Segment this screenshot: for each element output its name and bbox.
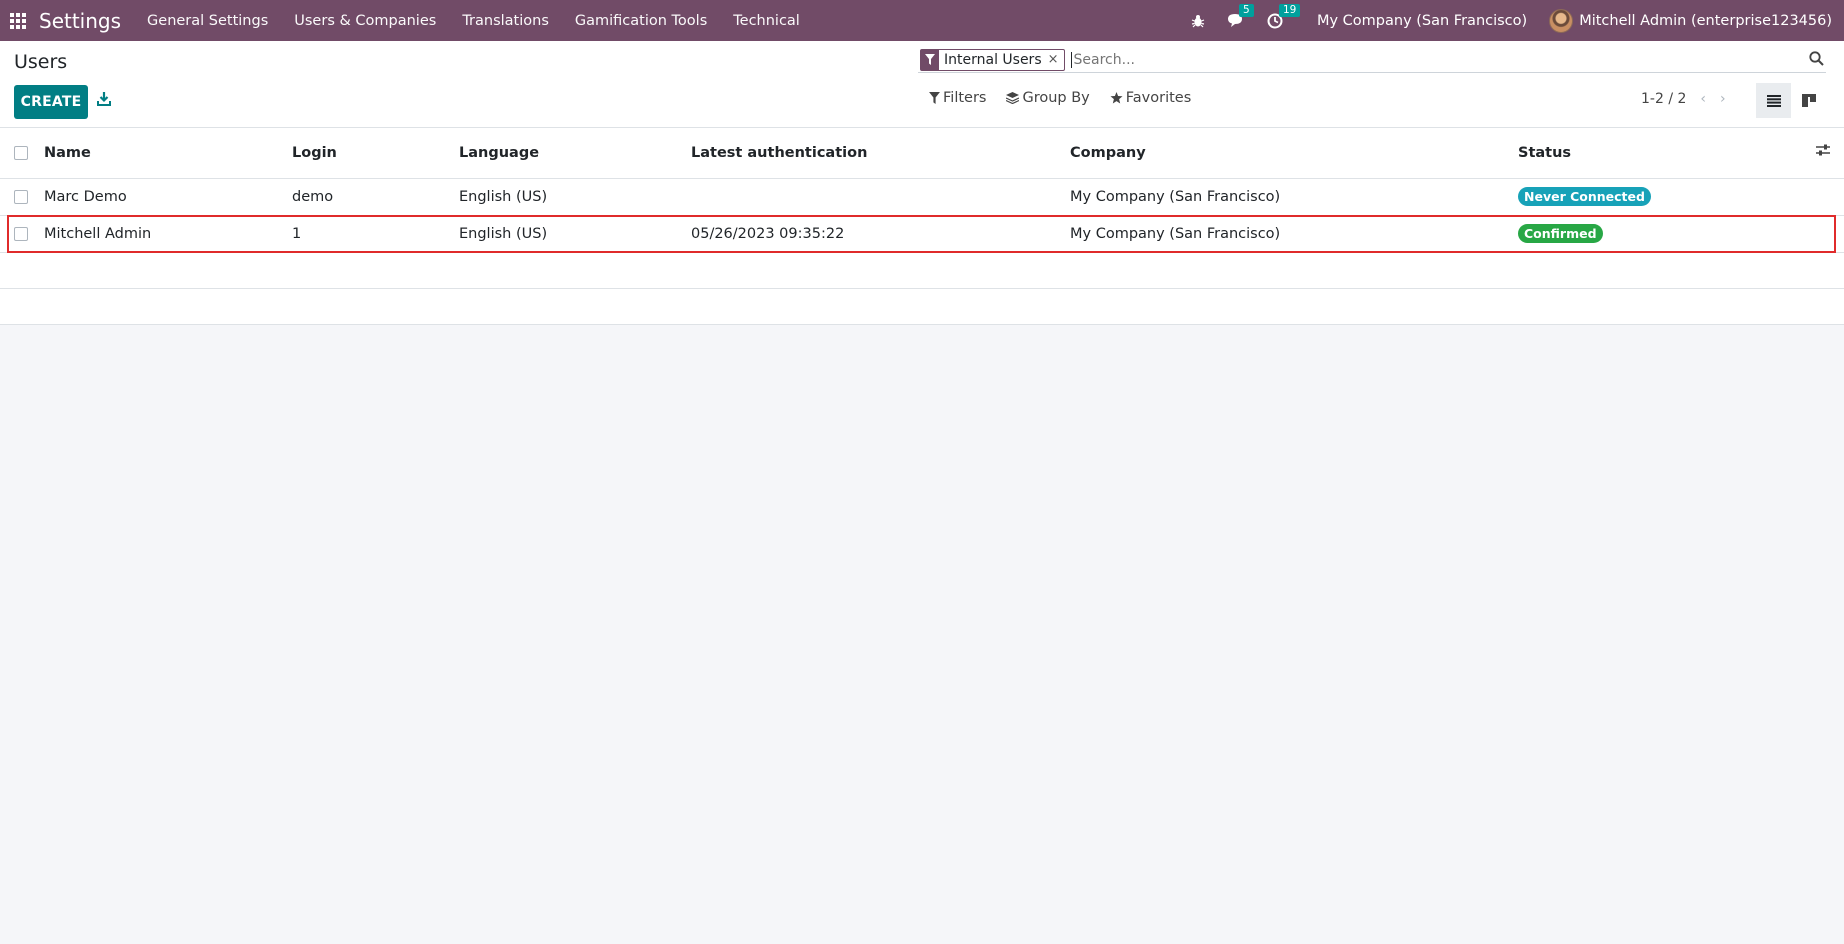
group-by-label: Group By <box>1022 90 1090 106</box>
cell-name: Mitchell Admin <box>44 215 292 253</box>
optional-columns-icon[interactable] <box>1816 144 1830 160</box>
menu-translations[interactable]: Translations <box>462 13 549 29</box>
row-checkbox[interactable] <box>14 189 28 204</box>
export-download-icon[interactable] <box>97 91 115 111</box>
cell-name: Marc Demo <box>44 178 292 216</box>
users-table: Name Login Language Latest authenticatio… <box>0 128 1844 325</box>
table-header: Name Login Language Latest authenticatio… <box>0 128 1844 179</box>
favorites-label: Favorites <box>1125 90 1192 106</box>
cell-company: My Company (San Francisco) <box>1070 178 1518 216</box>
app-title[interactable]: Settings <box>39 9 121 33</box>
filter-icon <box>929 92 940 104</box>
empty-row <box>0 288 1844 325</box>
cell-login: 1 <box>292 215 459 253</box>
cell-latest-authentication <box>691 178 1070 216</box>
empty-row <box>0 252 1844 289</box>
cell-login: demo <box>292 178 459 216</box>
pager-previous-icon[interactable]: ‹ <box>1700 91 1706 107</box>
column-header-latest-authentication[interactable]: Latest authentication <box>691 128 1070 179</box>
activities-clock-icon[interactable]: 19 <box>1267 3 1301 29</box>
status-badge: Confirmed <box>1518 224 1603 243</box>
cell-language: English (US) <box>459 178 691 216</box>
activities-count-badge: 19 <box>1278 3 1301 17</box>
star-icon <box>1110 92 1123 104</box>
user-avatar <box>1549 8 1574 33</box>
column-header-language[interactable]: Language <box>459 128 691 179</box>
search-icon[interactable] <box>1809 51 1824 70</box>
filters-label: Filters <box>943 90 987 106</box>
column-header-status[interactable]: Status <box>1518 145 1571 161</box>
select-all-checkbox[interactable] <box>14 145 28 160</box>
messages-count-badge: 5 <box>1238 4 1254 17</box>
layers-icon <box>1006 92 1020 104</box>
cell-company: My Company (San Francisco) <box>1070 215 1518 253</box>
user-menu[interactable]: Mitchell Admin (enterprise123456) <box>1549 8 1832 33</box>
menu-gamification-tools[interactable]: Gamification Tools <box>575 13 707 29</box>
menu-general-settings[interactable]: General Settings <box>147 13 268 29</box>
filters-button[interactable]: Filters <box>929 90 986 106</box>
search-input[interactable] <box>1070 51 1826 68</box>
column-header-name[interactable]: Name <box>44 128 292 179</box>
company-switcher[interactable]: My Company (San Francisco) <box>1317 13 1527 29</box>
facet-remove-icon[interactable]: × <box>1046 50 1064 70</box>
favorites-button[interactable]: Favorites <box>1110 90 1192 106</box>
facet-filter-icon <box>921 49 939 70</box>
top-navbar: Settings General Settings Users & Compan… <box>0 0 1844 41</box>
table-row[interactable]: Marc Demo demo English (US) My Company (… <box>0 178 1844 216</box>
table-row[interactable]: Mitchell Admin 1 English (US) 05/26/2023… <box>0 215 1844 253</box>
facet-label: Internal Users <box>944 51 1042 68</box>
filter-facet: Internal Users × <box>920 48 1065 71</box>
status-badge: Never Connected <box>1518 187 1651 206</box>
cell-latest-authentication: 05/26/2023 09:35:22 <box>691 215 1070 253</box>
control-panel: Users CREATE Internal Users × Filters <box>0 41 1844 128</box>
pager-next-icon[interactable]: › <box>1720 91 1726 107</box>
user-name: Mitchell Admin (enterprise123456) <box>1579 12 1832 29</box>
pager-value[interactable]: 1-2 / 2 <box>1641 91 1686 107</box>
apps-grid-icon[interactable] <box>10 12 26 29</box>
search-bar: Internal Users × <box>918 47 1826 73</box>
kanban-view-icon[interactable] <box>1791 83 1826 118</box>
list-view-icon[interactable] <box>1756 83 1791 118</box>
cell-language: English (US) <box>459 215 691 253</box>
create-button[interactable]: CREATE <box>14 85 88 119</box>
row-checkbox[interactable] <box>14 226 28 241</box>
debug-bug-icon[interactable] <box>1191 14 1205 28</box>
column-header-company[interactable]: Company <box>1070 128 1518 179</box>
column-header-login[interactable]: Login <box>292 128 459 179</box>
messages-chat-icon[interactable]: 5 <box>1227 4 1254 28</box>
group-by-button[interactable]: Group By <box>1006 90 1090 106</box>
view-switcher <box>1756 83 1826 118</box>
menu-technical[interactable]: Technical <box>733 13 800 29</box>
users-list: Name Login Language Latest authenticatio… <box>0 128 1844 325</box>
page-title[interactable]: Users <box>14 51 67 73</box>
menu-users-companies[interactable]: Users & Companies <box>294 13 436 29</box>
pager: 1-2 / 2 ‹ › <box>1641 91 1726 107</box>
